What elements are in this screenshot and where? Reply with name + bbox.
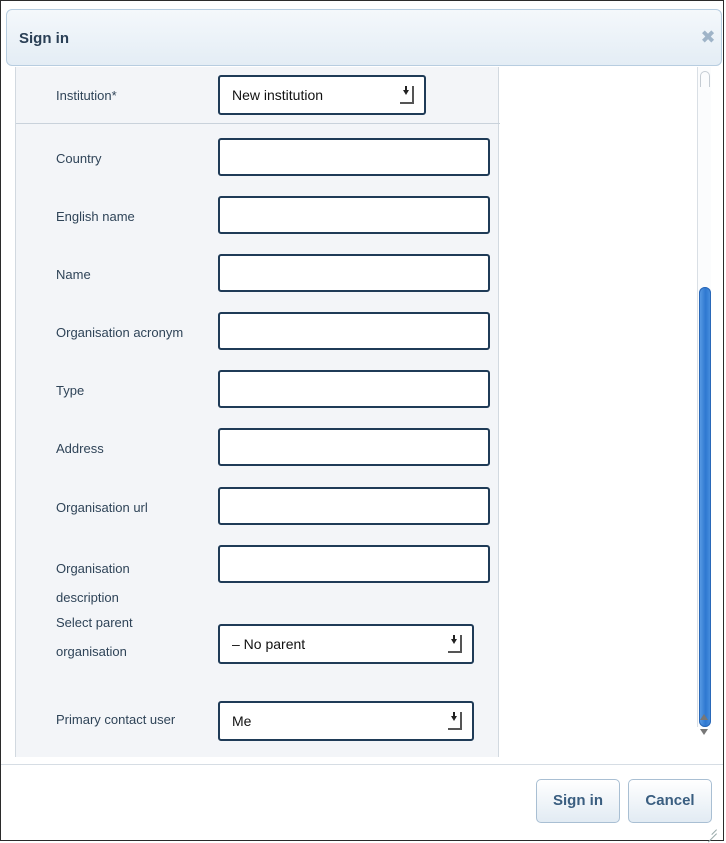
name-input[interactable] (218, 254, 490, 292)
vertical-scrollbar[interactable] (697, 67, 711, 757)
scroll-down-arrow-icon[interactable] (700, 727, 708, 737)
scrollbar-track[interactable] (697, 67, 711, 727)
footer-divider (1, 764, 723, 765)
scrollbar-thumb[interactable] (699, 287, 711, 727)
scrollbar-top-cap (700, 71, 710, 87)
parent-organisation-select[interactable]: – No parent (218, 624, 474, 664)
english-name-input[interactable] (218, 196, 490, 234)
organisation-url-label: Organisation url (56, 500, 148, 515)
sign-in-button[interactable]: Sign in (536, 779, 620, 823)
organisation-url-input[interactable] (218, 487, 490, 525)
institution-label: Institution* (56, 88, 117, 103)
institution-form: Institution* New institution Country Eng… (15, 67, 500, 757)
dialog-title: Sign in (19, 30, 69, 47)
parent-organisation-label-line1: Select parent (56, 615, 133, 630)
primary-contact-label: Primary contact user (56, 712, 176, 727)
form-scroll-area[interactable]: Institution* New institution Country Eng… (15, 67, 711, 757)
parent-organisation-label-line2: organisation (56, 644, 127, 659)
country-input[interactable] (218, 138, 490, 176)
organisation-description-input[interactable] (218, 545, 490, 583)
scroll-up-arrow-icon[interactable] (700, 712, 708, 722)
type-input[interactable] (218, 370, 490, 408)
institution-select-value: New institution (232, 87, 324, 103)
organisation-description-label-line2: description (56, 590, 119, 605)
primary-contact-value: Me (232, 713, 252, 729)
address-label: Address (56, 441, 104, 456)
cancel-button[interactable]: Cancel (628, 779, 712, 823)
dropdown-arrow-icon[interactable] (448, 712, 462, 730)
organisation-description-label-line1: Organisation (56, 561, 130, 576)
organisation-acronym-label: Organisation acronym (56, 325, 184, 340)
type-label: Type (56, 383, 85, 398)
resize-grip-icon[interactable] (705, 822, 717, 834)
name-label: Name (56, 267, 91, 282)
dropdown-arrow-icon[interactable] (400, 86, 414, 104)
primary-contact-select[interactable]: Me (218, 701, 474, 741)
parent-organisation-value: – No parent (232, 636, 306, 652)
institution-select[interactable]: New institution (218, 75, 426, 115)
organisation-acronym-input[interactable] (218, 312, 490, 350)
sign-in-dialog: Sign in ✖ Institution* New institution C… (0, 0, 724, 841)
english-name-label: English name (56, 209, 135, 224)
dropdown-arrow-icon[interactable] (448, 635, 462, 653)
close-icon[interactable]: ✖ (699, 27, 717, 47)
country-label: Country (56, 151, 102, 166)
institution-row: Institution* New institution (16, 67, 500, 124)
dialog-titlebar[interactable]: Sign in ✖ (6, 9, 722, 66)
address-input[interactable] (218, 428, 490, 466)
